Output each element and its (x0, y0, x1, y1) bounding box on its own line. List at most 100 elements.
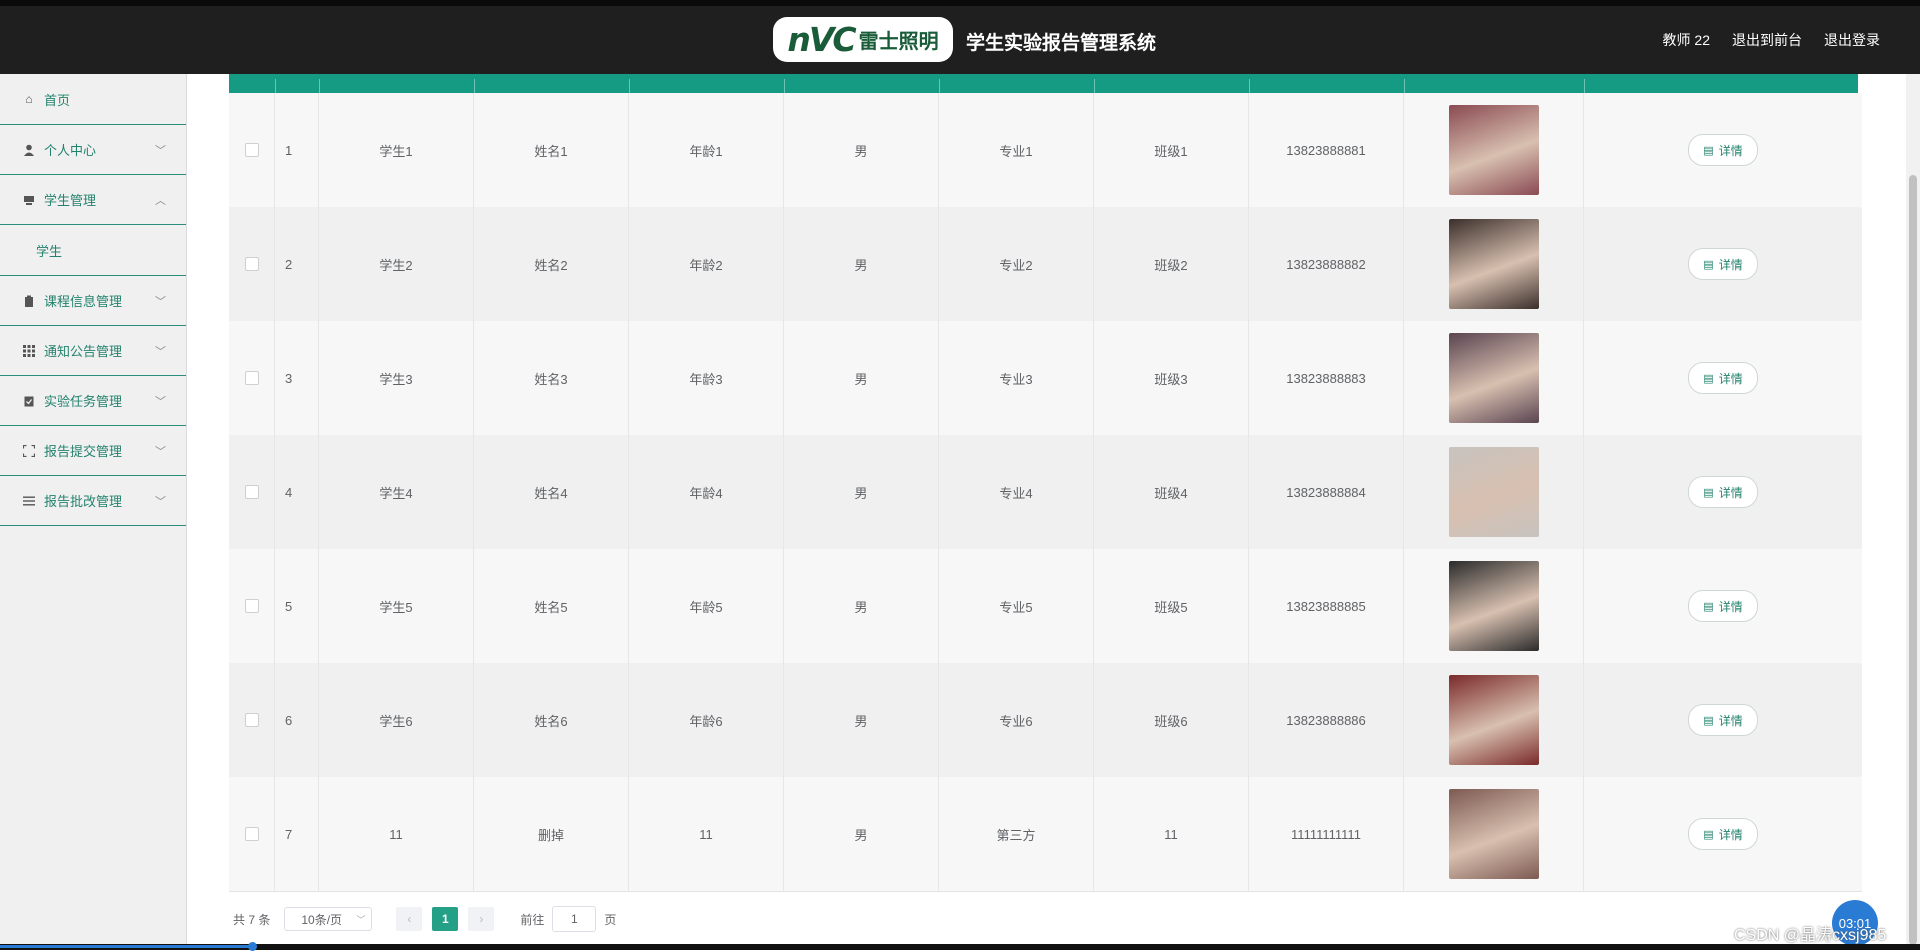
page-number-current[interactable]: 1 (432, 907, 459, 931)
cell-phone-text: 11111111111 (1291, 826, 1361, 842)
cell-age: 年龄5 (629, 549, 784, 663)
cell-student-id: 学生6 (319, 663, 474, 777)
vertical-scrollbar[interactable] (1906, 74, 1920, 946)
chevron-right-icon: › (479, 912, 484, 926)
prev-page-button[interactable]: ‹ (396, 907, 423, 931)
detail-button[interactable]: ▤ 详情 (1688, 248, 1758, 280)
brand-logo[interactable]: nVC 雷士照明 (773, 17, 953, 62)
total-count: 共 7 条 (233, 912, 271, 927)
detail-button[interactable]: ▤ 详情 (1688, 134, 1758, 166)
row-checkbox-cell (229, 435, 275, 549)
cell-student-id-text: 学生5 (379, 599, 413, 615)
sidebar-item-report-submit[interactable]: 报告提交管理 ﹀ (0, 426, 186, 476)
row-index-text: 4 (285, 484, 293, 500)
sidebar-item-course-info[interactable]: 课程信息管理 ﹀ (0, 276, 186, 326)
sidebar-item-home[interactable]: ⌂ 首页 (0, 74, 186, 125)
row-checkbox-cell (229, 93, 275, 207)
row-checkbox[interactable] (244, 713, 259, 727)
logout-link[interactable]: 退出登录 (1824, 30, 1880, 50)
row-checkbox[interactable] (244, 371, 259, 385)
cell-major-text: 专业4 (999, 485, 1033, 501)
cell-name: 姓名4 (474, 435, 629, 549)
cell-age: 年龄3 (629, 321, 784, 435)
scrollbar-thumb[interactable] (1909, 175, 1917, 945)
cell-name: 姓名6 (474, 663, 629, 777)
cell-gender-text: 男 (854, 257, 868, 273)
sidebar-item-report-review[interactable]: 报告批改管理 ﹀ (0, 476, 186, 526)
cell-age: 11 (629, 777, 784, 891)
row-index-text: 6 (285, 712, 293, 728)
sidebar-item-notice[interactable]: 通知公告管理 ﹀ (0, 326, 186, 376)
sidebar-item-profile[interactable]: 个人中心 ﹀ (0, 125, 186, 175)
table-row: 3 学生3 姓名3 年龄3 男 专业3 班级3 13823888883 ▤ 详情 (229, 321, 1862, 436)
cell-name-text: 姓名6 (534, 713, 568, 729)
goto-page-input[interactable]: 1 (552, 906, 597, 932)
sidebar-item-label: 通知公告管理 (44, 344, 123, 359)
row-index-text: 3 (285, 370, 293, 386)
current-user-label: 教师 22 (1662, 32, 1710, 48)
cell-name: 姓名2 (474, 207, 629, 321)
header-column-divider (275, 79, 276, 93)
cell-major: 专业3 (939, 321, 1094, 435)
row-index: 2 (275, 207, 319, 321)
header-column-divider (1249, 79, 1250, 93)
row-index-text: 1 (285, 142, 293, 158)
back-to-front-link[interactable]: 退出到前台 (1732, 30, 1802, 50)
cell-actions: ▤ 详情 (1584, 549, 1862, 663)
header-column-divider (1584, 79, 1585, 93)
row-index: 6 (275, 663, 319, 777)
document-icon: ▤ (1703, 258, 1714, 271)
cell-age-text: 年龄3 (689, 371, 723, 387)
table-row: 5 学生5 姓名5 年龄5 男 专业5 班级5 13823888885 ▤ 详情 (229, 549, 1862, 664)
detail-button[interactable]: ▤ 详情 (1688, 362, 1758, 394)
row-checkbox[interactable] (244, 827, 259, 841)
cell-age-text: 年龄1 (689, 143, 723, 159)
student-photo (1448, 447, 1539, 537)
table-header (229, 74, 1858, 93)
page-size-select[interactable]: 10条/页 ﹀ (284, 907, 373, 931)
cell-name: 姓名5 (474, 549, 629, 663)
detail-button-label: 详情 (1718, 713, 1743, 728)
row-index-text: 5 (285, 598, 293, 614)
cell-age-text: 年龄4 (689, 485, 723, 501)
detail-button[interactable]: ▤ 详情 (1688, 818, 1758, 850)
cell-actions: ▤ 详情 (1584, 663, 1862, 777)
detail-button[interactable]: ▤ 详情 (1688, 476, 1758, 508)
top-header: nVC 雷士照明 学生实验报告管理系统 教师 22 退出到前台 退出登录 (0, 0, 1920, 74)
cell-major: 专业4 (939, 435, 1094, 549)
cell-student-id: 学生4 (319, 435, 474, 549)
row-index: 4 (275, 435, 319, 549)
detail-button[interactable]: ▤ 详情 (1688, 590, 1758, 622)
row-checkbox[interactable] (244, 599, 259, 613)
sidebar-subitem-student[interactable]: 学生 (0, 225, 186, 276)
student-photo (1448, 561, 1539, 651)
cell-gender: 男 (784, 435, 939, 549)
cell-student-id: 学生2 (319, 207, 474, 321)
cell-student-id: 学生1 (319, 93, 474, 207)
row-checkbox[interactable] (244, 257, 259, 271)
cell-student-id: 学生5 (319, 549, 474, 663)
table-row: 1 学生1 姓名1 年龄1 男 专业1 班级1 13823888881 ▤ 详情 (229, 93, 1862, 208)
detail-button[interactable]: ▤ 详情 (1688, 704, 1758, 736)
cell-phone: 11111111111 (1249, 777, 1404, 891)
cell-gender-text: 男 (854, 485, 868, 501)
sidebar-item-student-management[interactable]: 学生管理 ︿ (0, 175, 186, 225)
cell-name-text: 姓名3 (534, 371, 568, 387)
cell-phone: 13823888884 (1249, 435, 1404, 549)
row-checkbox[interactable] (244, 485, 259, 499)
video-progress-bar[interactable] (0, 942, 1920, 951)
cell-age-text: 年龄5 (689, 599, 723, 615)
cell-gender-text: 男 (854, 827, 868, 843)
cell-class-text: 班级1 (1154, 143, 1188, 159)
sidebar-item-experiment-task[interactable]: 实验任务管理 ﹀ (0, 376, 186, 426)
cell-phone-text: 13823888881 (1286, 142, 1366, 158)
cell-major: 专业2 (939, 207, 1094, 321)
row-checkbox[interactable] (244, 143, 259, 157)
cell-phone-text: 13823888883 (1286, 370, 1366, 386)
cell-name-text: 姓名4 (534, 485, 568, 501)
cell-name-text: 姓名2 (534, 257, 568, 273)
sidebar-item-label: 报告批改管理 (44, 494, 123, 509)
cell-gender: 男 (784, 549, 939, 663)
chevron-up-icon: ︿ (155, 195, 166, 207)
next-page-button[interactable]: › (468, 907, 495, 931)
